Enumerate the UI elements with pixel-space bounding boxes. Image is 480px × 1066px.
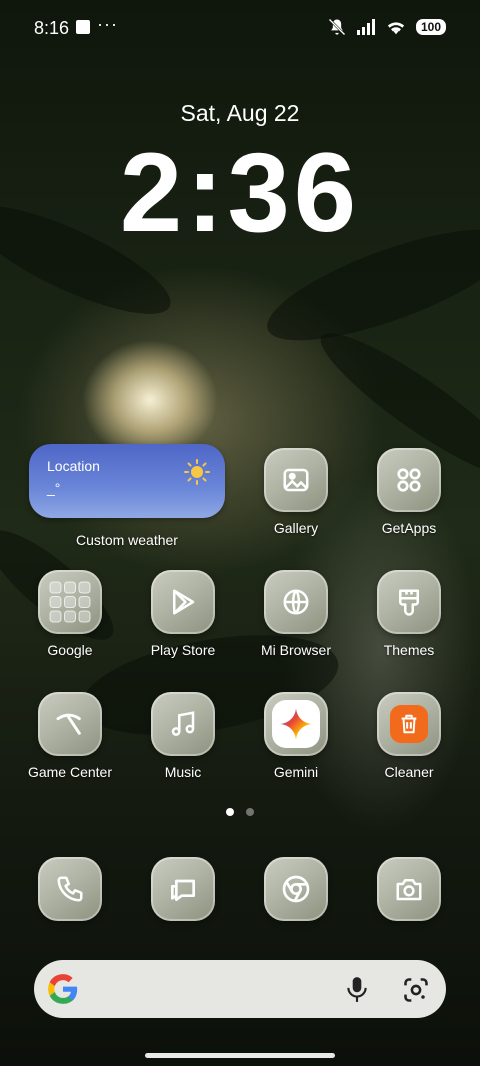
app-label: GetApps [381, 520, 437, 536]
more-notifications-icon: ··· [97, 14, 118, 34]
app-gallery[interactable]: Gallery [236, 448, 356, 536]
date-label: Sat, Aug 22 [180, 100, 300, 126]
notification-square-icon [76, 20, 90, 34]
google-lens-icon[interactable] [402, 976, 430, 1004]
play-store-icon [151, 570, 215, 634]
app-cleaner[interactable]: Cleaner [349, 692, 469, 780]
dock-camera[interactable] [349, 857, 469, 921]
status-bar: 8:16 ··· 100 [0, 0, 480, 56]
page-dot[interactable] [246, 808, 254, 816]
clock-widget[interactable]: 2:36 [0, 128, 480, 258]
game-center-icon [38, 692, 102, 756]
app-mi-browser[interactable]: Mi Browser [236, 570, 356, 658]
app-label: Gallery [273, 520, 319, 536]
dock-chrome[interactable] [236, 857, 356, 921]
google-g-icon [48, 974, 78, 1004]
gemini-icon [264, 692, 328, 756]
weather-location: Location [47, 458, 100, 474]
page-dot-active[interactable] [226, 808, 234, 816]
globe-icon [264, 570, 328, 634]
app-label: Cleaner [384, 764, 434, 780]
signal-icon [356, 19, 375, 35]
status-icons: 100 [327, 17, 446, 37]
music-note-icon [151, 692, 215, 756]
phone-icon [38, 857, 102, 921]
status-time: 8:16 [34, 18, 70, 38]
battery-indicator: 100 [415, 19, 446, 35]
weather-widget-label-wrap: Custom weather [67, 524, 187, 548]
gallery-icon [264, 448, 328, 512]
app-label: Game Center [27, 764, 113, 780]
camera-icon [377, 857, 441, 921]
microphone-icon[interactable] [344, 975, 370, 1003]
getapps-icon [377, 448, 441, 512]
app-label: Mi Browser [260, 642, 331, 658]
app-themes[interactable]: Themes [349, 570, 469, 658]
app-play-store[interactable]: Play Store [123, 570, 243, 658]
weather-temperature: _° [47, 480, 61, 496]
google-search-bar[interactable] [34, 960, 446, 1018]
navigation-handle[interactable] [145, 1053, 335, 1058]
weather-widget-label: Custom weather [76, 532, 178, 548]
paintbrush-icon [377, 570, 441, 634]
wifi-icon [387, 22, 405, 35]
app-label: Themes [383, 642, 435, 658]
dock-phone[interactable] [10, 857, 130, 921]
app-label: Google [47, 642, 93, 658]
page-indicator [0, 808, 480, 816]
app-getapps[interactable]: GetApps [349, 448, 469, 536]
cleaner-icon [377, 692, 441, 756]
app-label: Gemini [273, 764, 319, 780]
app-google-folder[interactable]: Google [10, 570, 130, 658]
sun-icon [184, 459, 210, 485]
dock-messages[interactable] [123, 857, 243, 921]
messages-icon [151, 857, 215, 921]
chrome-icon [264, 857, 328, 921]
google-folder-icon [38, 570, 102, 634]
mute-bell-icon [328, 18, 346, 36]
app-gemini[interactable]: Gemini [236, 692, 356, 780]
app-label: Music [164, 764, 202, 780]
weather-widget[interactable]: Location _° [29, 444, 225, 518]
app-label: Play Store [150, 642, 216, 658]
app-music[interactable]: Music [123, 692, 243, 780]
app-game-center[interactable]: Game Center [10, 692, 130, 780]
